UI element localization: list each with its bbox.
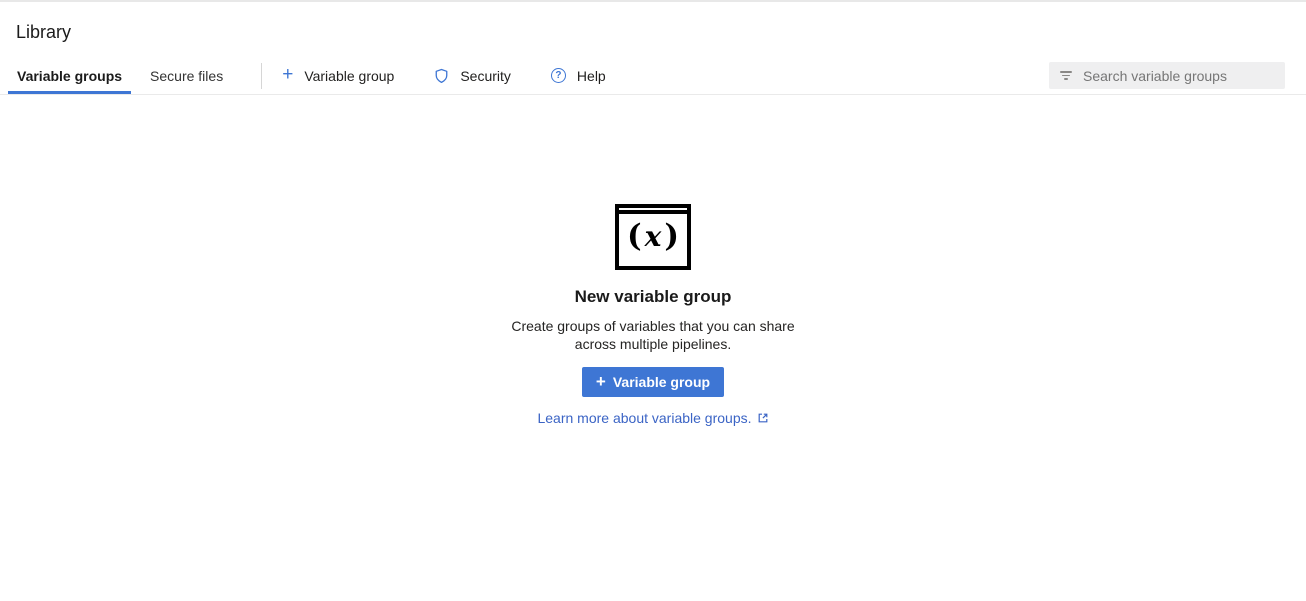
page-header: Library	[0, 2, 1306, 43]
help-button-label: Help	[577, 68, 606, 84]
variable-group-window-icon: ( x )	[615, 204, 691, 270]
close-paren-glyph: )	[664, 221, 679, 252]
security-button[interactable]: Security	[414, 57, 531, 94]
primary-button-label: Variable group	[613, 374, 710, 390]
plus-icon: +	[282, 65, 293, 84]
page-title: Library	[16, 21, 1290, 43]
library-page: { "header": { "title": "Library" }, "tab…	[0, 0, 1306, 601]
new-variable-group-button-label: Variable group	[304, 68, 394, 84]
security-button-label: Security	[460, 68, 511, 84]
empty-state-title: New variable group	[575, 287, 732, 307]
description-line-2: across multiple pipelines.	[511, 336, 794, 354]
variable-group-primary-button[interactable]: + Variable group	[582, 367, 724, 397]
window-body: ( x )	[619, 214, 687, 262]
tab-and-command-bar: Variable groups Secure files + Variable …	[0, 57, 1306, 95]
search-input[interactable]	[1083, 68, 1275, 84]
help-button[interactable]: ? Help	[531, 57, 626, 94]
tab-variable-groups-label: Variable groups	[17, 68, 122, 84]
open-paren-glyph: (	[627, 221, 642, 252]
help-circle-icon: ?	[551, 68, 566, 83]
filter-icon	[1059, 71, 1072, 80]
variable-x-glyph: x	[645, 223, 662, 251]
tab-variable-groups[interactable]: Variable groups	[8, 57, 131, 94]
empty-state-description: Create groups of variables that you can …	[511, 318, 794, 353]
question-mark-glyph: ?	[555, 71, 561, 81]
tab-secure-files-label: Secure files	[150, 68, 223, 84]
empty-state: ( x ) New variable group Create groups o…	[0, 95, 1306, 426]
description-line-1: Create groups of variables that you can …	[511, 318, 794, 336]
shield-icon	[434, 68, 449, 84]
learn-more-link[interactable]: Learn more about variable groups.	[537, 410, 768, 426]
external-link-icon	[757, 412, 769, 424]
new-variable-group-button[interactable]: + Variable group	[262, 57, 414, 94]
plus-icon: +	[596, 373, 606, 390]
tab-secure-files[interactable]: Secure files	[141, 57, 232, 94]
learn-more-link-label: Learn more about variable groups.	[537, 410, 751, 426]
search-box[interactable]	[1049, 62, 1285, 89]
